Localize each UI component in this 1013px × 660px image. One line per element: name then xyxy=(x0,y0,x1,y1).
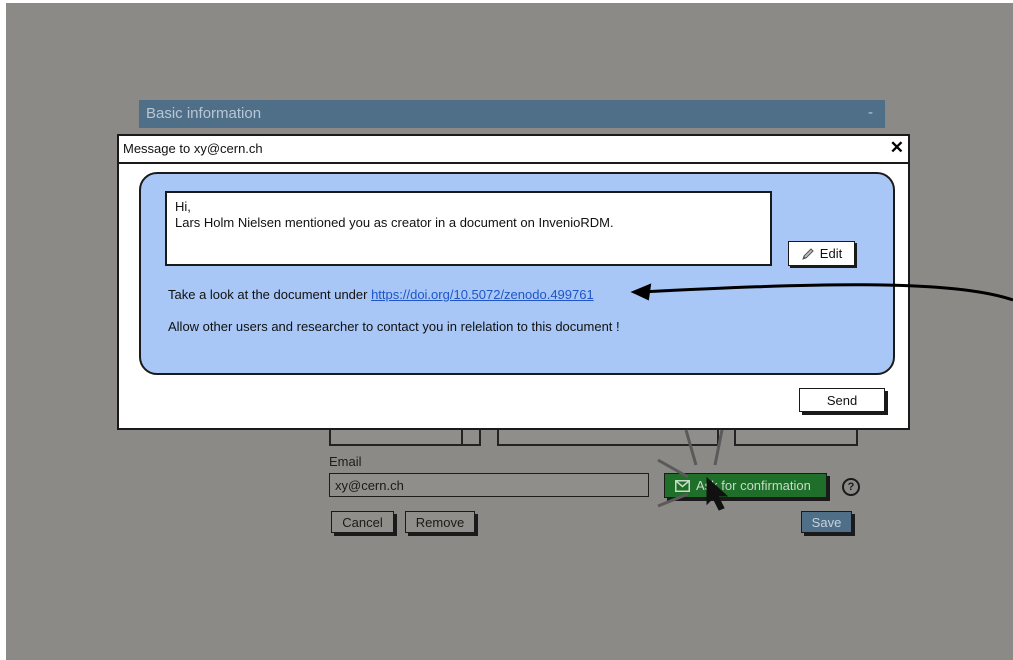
ask-for-confirmation-button[interactable]: Ask for confirmation xyxy=(664,473,827,498)
message-dialog: Message to xy@cern.ch ✕ Hi, Lars Holm Ni… xyxy=(117,134,910,430)
basic-information-header[interactable]: Basic information - xyxy=(139,100,885,128)
help-icon[interactable]: ? xyxy=(842,478,860,496)
save-button[interactable]: Save xyxy=(801,511,852,533)
email-label: Email xyxy=(329,454,362,469)
collapse-toggle[interactable]: - xyxy=(868,104,873,121)
email-input[interactable] xyxy=(329,473,649,497)
document-doi-link[interactable]: https://doi.org/10.5072/zenodo.499761 xyxy=(371,287,594,302)
edit-button[interactable]: Edit xyxy=(788,241,855,266)
document-link-line: Take a look at the document under https:… xyxy=(168,287,594,302)
cancel-button[interactable]: Cancel xyxy=(331,511,394,533)
background-field xyxy=(329,430,463,446)
dialog-titlebar: Message to xy@cern.ch ✕ xyxy=(119,136,908,164)
message-greeting: Hi, xyxy=(175,199,191,214)
pencil-icon xyxy=(802,247,814,260)
envelope-icon xyxy=(675,479,690,492)
background-field xyxy=(734,430,858,446)
background-field xyxy=(497,430,719,446)
section-title: Basic information xyxy=(146,105,262,122)
message-textbox[interactable]: Hi, Lars Holm Nielsen mentioned you as c… xyxy=(165,191,772,266)
dialog-title: Message to xy@cern.ch xyxy=(123,141,263,156)
ask-for-confirmation-label: Ask for confirmation xyxy=(696,478,811,493)
message-panel: Hi, Lars Holm Nielsen mentioned you as c… xyxy=(139,172,895,375)
remove-button[interactable]: Remove xyxy=(405,511,475,533)
edit-label: Edit xyxy=(819,246,843,261)
send-button[interactable]: Send xyxy=(799,388,885,412)
close-icon[interactable]: ✕ xyxy=(890,138,904,158)
message-body: Lars Holm Nielsen mentioned you as creat… xyxy=(175,215,614,230)
background-field xyxy=(461,430,481,446)
allow-contact-text: Allow other users and researcher to cont… xyxy=(168,319,620,334)
document-link-prefix: Take a look at the document under xyxy=(168,287,372,302)
